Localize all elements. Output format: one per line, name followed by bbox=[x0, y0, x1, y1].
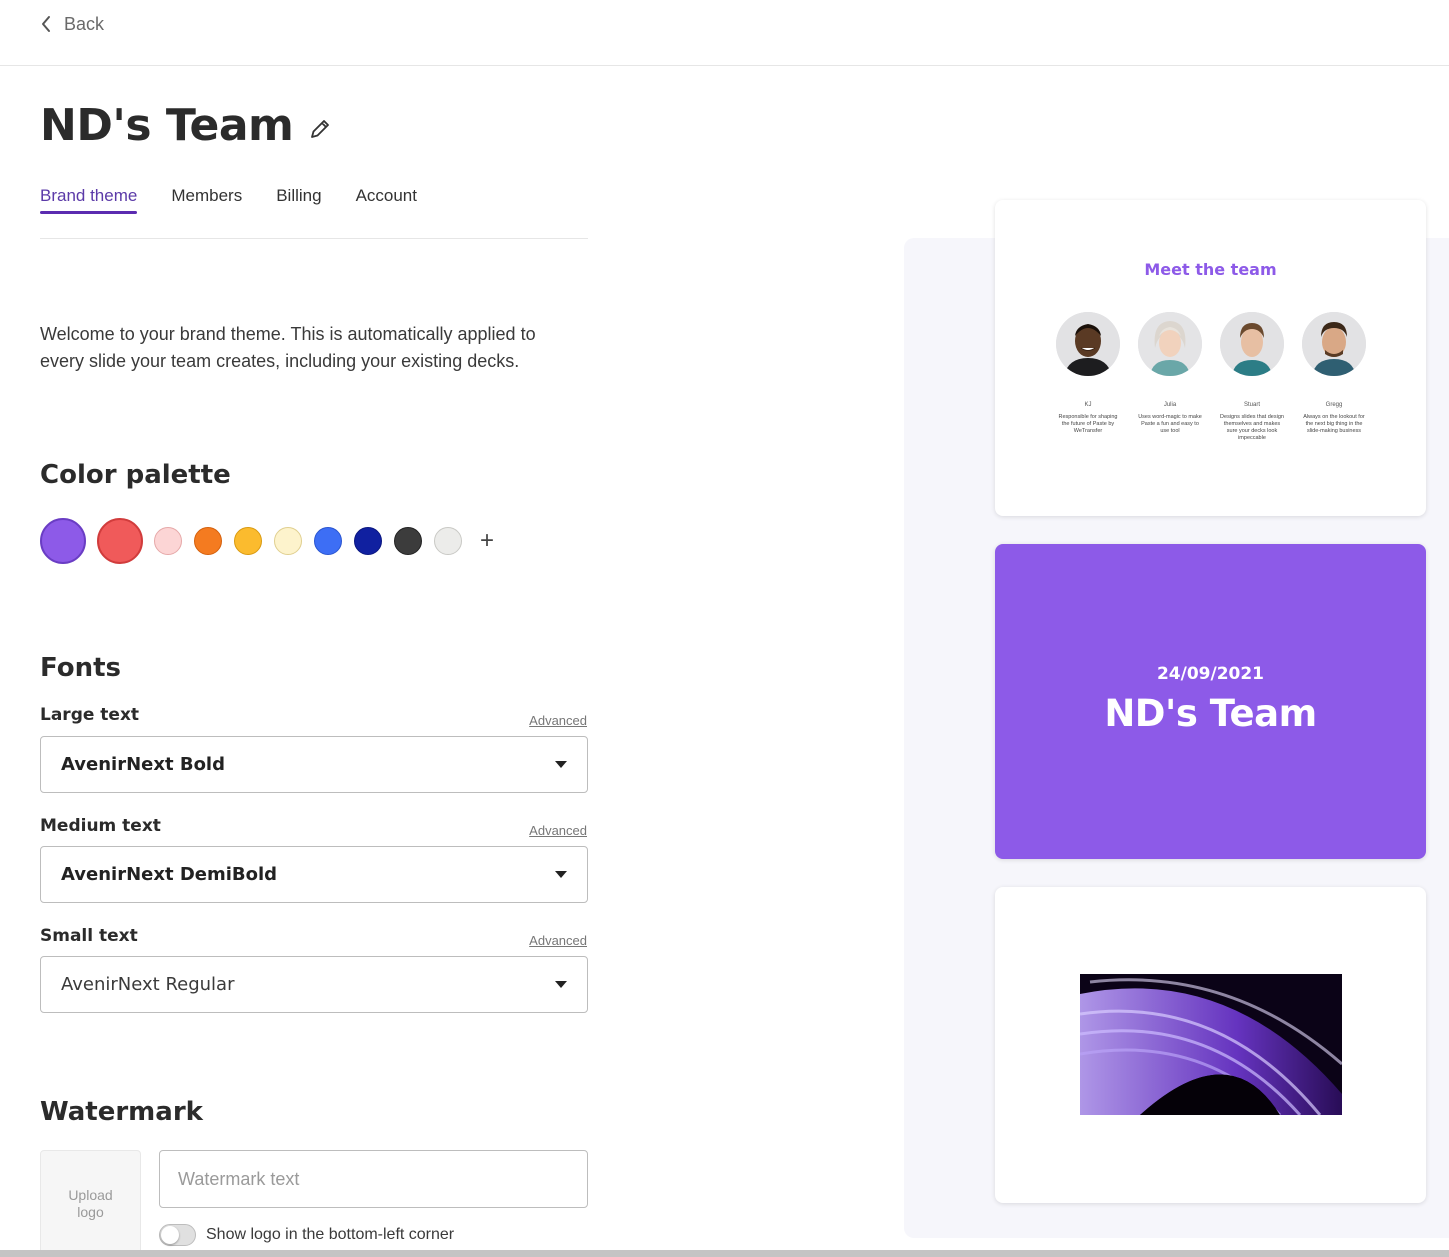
color-swatch-cream[interactable] bbox=[274, 527, 302, 555]
large-text-font-select[interactable]: AvenirNext Bold bbox=[40, 736, 588, 793]
add-color-button[interactable]: + bbox=[480, 529, 494, 553]
show-logo-toggle[interactable] bbox=[159, 1224, 196, 1246]
tab-brand-theme[interactable]: Brand theme bbox=[40, 186, 138, 214]
avatar bbox=[1138, 312, 1202, 376]
small-text-font-value: AvenirNext Regular bbox=[61, 974, 235, 995]
medium-text-label: Medium text bbox=[40, 816, 161, 836]
team-member-name: Stuart bbox=[1243, 402, 1260, 408]
back-label: Back bbox=[64, 13, 105, 34]
tab-members[interactable]: Members bbox=[171, 186, 242, 214]
title-slide-date: 24/09/2021 bbox=[1156, 664, 1265, 684]
team-member-desc: Designs slides that design themselves an… bbox=[1220, 414, 1284, 441]
medium-text-font-value: AvenirNext DemiBold bbox=[61, 864, 278, 885]
team-member-name: Julia bbox=[1163, 402, 1177, 408]
upload-logo-label: Upload logo bbox=[68, 1186, 113, 1220]
back-button[interactable]: Back bbox=[40, 12, 104, 36]
avatar bbox=[1220, 312, 1284, 376]
top-bar: Back bbox=[0, 0, 1449, 66]
small-text-advanced-link[interactable]: Advanced bbox=[529, 933, 587, 948]
pencil-icon[interactable] bbox=[307, 116, 333, 142]
avatar bbox=[1302, 312, 1366, 376]
color-swatch-dark-gray[interactable] bbox=[394, 527, 422, 555]
avatar bbox=[1056, 312, 1120, 376]
small-text-label: Small text bbox=[40, 926, 138, 946]
page-title: ND's Team bbox=[40, 100, 294, 151]
intro-text: Welcome to your brand theme. This is aut… bbox=[40, 324, 536, 371]
toggle-knob bbox=[161, 1226, 179, 1244]
color-swatch-blue[interactable] bbox=[314, 527, 342, 555]
color-swatch-red[interactable] bbox=[97, 518, 143, 564]
large-text-advanced-link[interactable]: Advanced bbox=[529, 713, 587, 728]
medium-text-font-select[interactable]: AvenirNext DemiBold bbox=[40, 846, 588, 903]
preview-slide-title[interactable]: 24/09/2021 ND's Team bbox=[995, 544, 1426, 859]
color-swatch-light-pink[interactable] bbox=[154, 527, 182, 555]
title-row: ND's Team bbox=[40, 100, 333, 151]
watermark-text-input[interactable] bbox=[159, 1150, 588, 1208]
team-slide-title: Meet the team bbox=[1144, 260, 1277, 279]
color-swatch-purple[interactable] bbox=[40, 518, 86, 564]
tab-billing[interactable]: Billing bbox=[276, 186, 321, 214]
color-palette-heading: Color palette bbox=[40, 460, 231, 490]
horizontal-scrollbar[interactable] bbox=[0, 1250, 1449, 1257]
upload-logo-button[interactable]: Upload logo bbox=[40, 1150, 141, 1257]
dropdown-caret-icon bbox=[555, 761, 567, 768]
team-member-card: Stuart Designs slides that design themse… bbox=[1219, 312, 1285, 442]
title-slide-title: ND's Team bbox=[1104, 692, 1317, 735]
color-swatch-yellow[interactable] bbox=[234, 527, 262, 555]
slide-image bbox=[1080, 974, 1342, 1115]
color-swatch-navy[interactable] bbox=[354, 527, 382, 555]
color-swatch-orange[interactable] bbox=[194, 527, 222, 555]
color-swatch-off-white[interactable] bbox=[434, 527, 462, 555]
large-text-font-value: AvenirNext Bold bbox=[61, 754, 225, 775]
team-member-name: Gregg bbox=[1325, 402, 1343, 408]
watermark-heading: Watermark bbox=[40, 1097, 203, 1127]
show-logo-toggle-row: Show logo in the bottom-left corner bbox=[159, 1224, 454, 1246]
preview-slide-team[interactable]: Meet the team KJ Responsible for shaping… bbox=[995, 200, 1426, 516]
tab-bar: Brand theme Members Billing Account bbox=[40, 186, 588, 239]
team-member-name: KJ bbox=[1084, 402, 1092, 408]
show-logo-toggle-label: Show logo in the bottom-left corner bbox=[206, 1226, 455, 1243]
chevron-left-icon bbox=[40, 14, 54, 34]
team-member-card: KJ Responsible for shaping the future of… bbox=[1055, 312, 1121, 435]
fonts-heading: Fonts bbox=[40, 653, 121, 683]
preview-slide-image[interactable] bbox=[995, 887, 1426, 1203]
tab-account[interactable]: Account bbox=[356, 186, 417, 214]
team-member-desc: Uses word-magic to make Paste a fun and … bbox=[1138, 414, 1202, 434]
team-member-card: Gregg Always on the lookout for the next… bbox=[1301, 312, 1367, 435]
team-member-desc: Always on the lookout for the next big t… bbox=[1303, 414, 1365, 434]
dropdown-caret-icon bbox=[555, 871, 567, 878]
color-palette: + bbox=[40, 517, 494, 565]
medium-text-advanced-link[interactable]: Advanced bbox=[529, 823, 587, 838]
team-member-card: Julia Uses word-magic to make Paste a fu… bbox=[1137, 312, 1203, 435]
large-text-label: Large text bbox=[40, 705, 140, 725]
small-text-font-select[interactable]: AvenirNext Regular bbox=[40, 956, 588, 1013]
team-member-desc: Responsible for shaping the future of Pa… bbox=[1058, 414, 1118, 434]
dropdown-caret-icon bbox=[555, 981, 567, 988]
